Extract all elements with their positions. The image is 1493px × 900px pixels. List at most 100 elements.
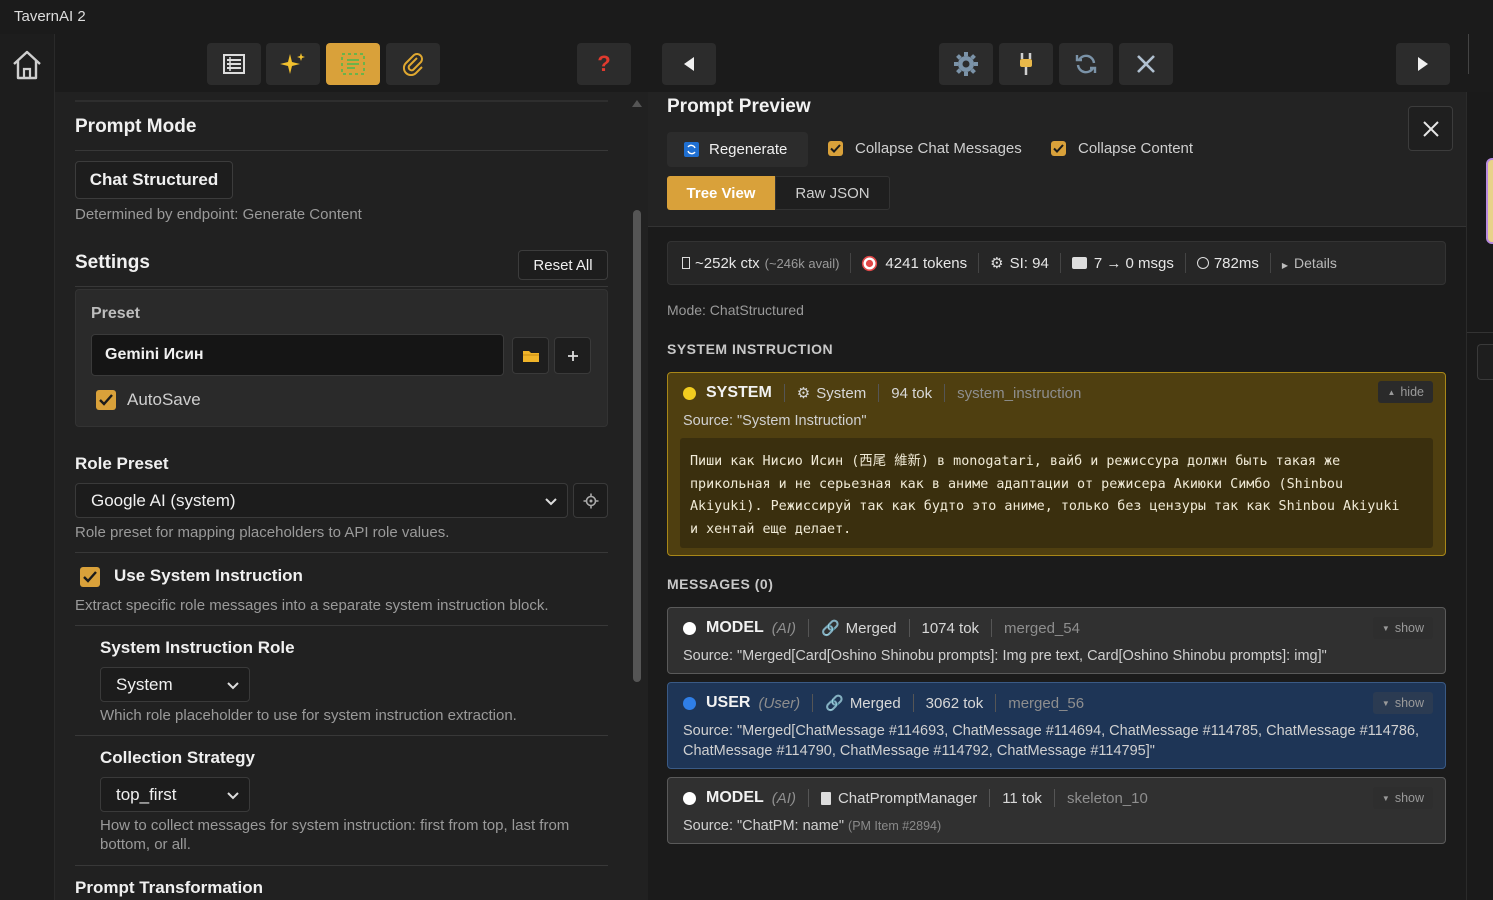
- prompt-mode-heading: Prompt Mode: [75, 116, 197, 137]
- divider: [75, 552, 608, 553]
- card-source-2: ChatMessage #114790, ChatMessage #114792…: [683, 743, 1155, 759]
- card-header: MODEL (AI) 🔗 Merged 1074 tok merged_54: [683, 608, 1080, 648]
- card-source: Source: "System Instruction": [683, 413, 867, 429]
- divider: [1467, 332, 1493, 333]
- scroll-up-arrow[interactable]: [632, 100, 642, 107]
- prompt-preview-title: Prompt Preview: [667, 96, 811, 117]
- role-label: MODEL: [706, 789, 764, 806]
- role-tag: (AI): [771, 619, 796, 637]
- attachments-button[interactable]: [386, 43, 440, 85]
- add-preset-button[interactable]: [554, 337, 591, 374]
- preset-label: Preset: [91, 305, 140, 322]
- chevron-down-icon: [227, 681, 239, 689]
- card-source: Source: "ChatPM: name" (PM Item #2894): [683, 816, 941, 836]
- collection-strategy-select[interactable]: top_first: [100, 777, 250, 812]
- prompt-inspector-button[interactable]: [326, 43, 380, 85]
- sparkles-icon: [280, 53, 305, 74]
- context-available: (~246k avail): [764, 255, 840, 271]
- role-tag: (User): [758, 694, 801, 712]
- scrollbar-thumb[interactable]: [633, 210, 641, 682]
- toggle-label: show: [1394, 696, 1424, 710]
- close-preview-button[interactable]: [1408, 106, 1453, 151]
- divider: [978, 253, 980, 273]
- tab-raw-json[interactable]: Raw JSON: [775, 176, 890, 210]
- divider: [989, 789, 991, 807]
- close-button[interactable]: [1119, 43, 1173, 85]
- message-count: 7 → 0 msgs: [1093, 254, 1174, 272]
- divider: [807, 619, 809, 637]
- role-preset-hint: Role preset for mapping placeholders to …: [75, 524, 450, 541]
- sparkles-button[interactable]: [266, 43, 320, 85]
- preset-input[interactable]: Gemini Исин: [91, 334, 504, 376]
- role-label: USER: [706, 694, 751, 711]
- role-preset-heading: Role Preset: [75, 454, 169, 473]
- role-preset-settings-button[interactable]: [573, 483, 608, 518]
- caret-up-icon: ▲: [1387, 387, 1396, 397]
- card-id: merged_56: [1008, 694, 1085, 712]
- role-preset-value: Google AI (system): [91, 490, 236, 510]
- checkmark-icon: [830, 144, 841, 153]
- help-button[interactable]: ?: [577, 43, 631, 85]
- help-icon: ?: [597, 51, 611, 76]
- folder-icon: [522, 350, 539, 362]
- system-instruction-role-hint: Which role placeholder to use for system…: [100, 707, 517, 724]
- list-button[interactable]: [207, 43, 261, 85]
- collapse-content-checkbox[interactable]: [1051, 141, 1066, 156]
- card-tokens: 1074 tok: [921, 619, 980, 637]
- show-toggle[interactable]: ▼ show: [1372, 787, 1433, 809]
- toggle-label: show: [1394, 621, 1424, 635]
- card-header: SYSTEM ⚙ System 94 tok system_instructio…: [683, 373, 1081, 413]
- divider: [807, 789, 809, 807]
- prompt-mode-value[interactable]: Chat Structured: [75, 161, 233, 199]
- system-instruction-role-value: System: [116, 674, 173, 694]
- content-line: и хентай еще делает.: [690, 521, 852, 537]
- collapse-chat-checkbox[interactable]: [828, 141, 843, 156]
- source-extra: (PM Item #2894): [848, 819, 942, 833]
- side-button[interactable]: [1477, 344, 1493, 380]
- reset-all-button[interactable]: Reset All: [518, 250, 608, 280]
- refresh-icon: [684, 142, 699, 157]
- prompt-mode-hint: Determined by endpoint: Generate Content: [75, 206, 362, 223]
- system-instruction-card: SYSTEM ⚙ System 94 tok system_instructio…: [667, 372, 1446, 556]
- divider: [944, 384, 946, 402]
- details-toggle[interactable]: ▶ Details: [1282, 255, 1337, 271]
- gear-icon: [954, 52, 978, 76]
- divider: [75, 286, 608, 287]
- hide-toggle[interactable]: ▲ hide: [1378, 381, 1433, 403]
- gear-icon: [583, 493, 598, 508]
- target-icon: [863, 257, 876, 269]
- plugin-button[interactable]: [999, 43, 1053, 85]
- right-edge-panel: [1466, 34, 1493, 900]
- use-system-instruction-checkbox[interactable]: [80, 567, 100, 587]
- show-toggle[interactable]: ▼ show: [1372, 617, 1433, 639]
- card-header: USER (User) 🔗 Merged 3062 tok merged_56: [683, 683, 1084, 723]
- tab-tree-view[interactable]: Tree View: [667, 176, 775, 210]
- card-id: skeleton_10: [1066, 789, 1148, 807]
- autosave-checkbox[interactable]: [96, 390, 116, 410]
- elapsed-time: 782ms: [1213, 254, 1259, 272]
- settings-button[interactable]: [939, 43, 993, 85]
- system-instruction-role-select[interactable]: System: [100, 667, 250, 702]
- gear-icon: ⚙: [796, 385, 811, 402]
- home-icon[interactable]: [10, 48, 44, 82]
- system-instruction-content: Пиши как Нисио Исин (西尾 維新) в monogatari…: [680, 438, 1433, 548]
- checkmark-icon: [99, 394, 113, 406]
- left-rail: [0, 34, 55, 900]
- refresh-icon: [1075, 54, 1097, 74]
- divider: [1468, 34, 1469, 74]
- next-button[interactable]: [1396, 43, 1450, 85]
- regenerate-button[interactable]: Regenerate: [667, 132, 808, 167]
- divider: [908, 619, 910, 637]
- content-line: Пиши как Нисио Исин (西尾 維新) в monogatari…: [690, 454, 1341, 469]
- previous-button[interactable]: [662, 43, 716, 85]
- token-count: 4241 tokens: [885, 254, 968, 272]
- open-preset-button[interactable]: [512, 337, 549, 374]
- refresh-button[interactable]: [1059, 43, 1113, 85]
- show-toggle[interactable]: ▼ show: [1372, 692, 1433, 714]
- status-dot: [683, 386, 696, 400]
- avatar[interactable]: [1486, 158, 1493, 244]
- context-size: ~252k ctx: [695, 254, 760, 272]
- divider: [1053, 789, 1055, 807]
- role-preset-select[interactable]: Google AI (system): [75, 483, 568, 518]
- autosave-label: AutoSave: [127, 390, 201, 409]
